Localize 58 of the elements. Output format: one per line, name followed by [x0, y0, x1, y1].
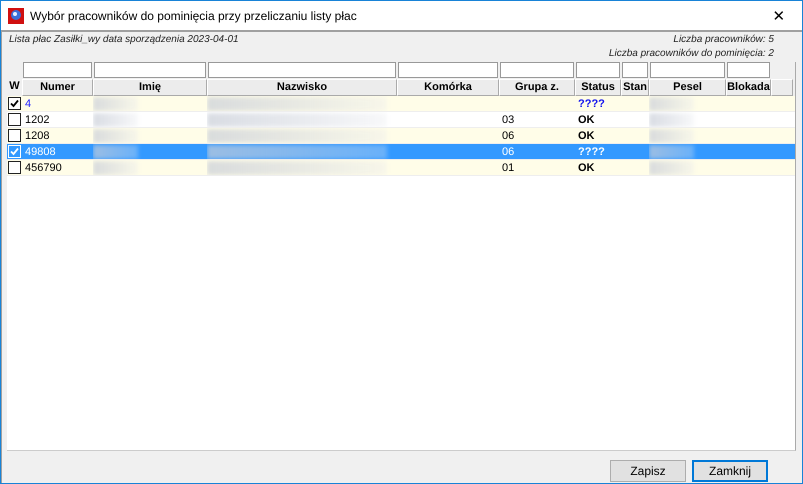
blurred-text: [93, 160, 138, 174]
column-header[interactable]: Pesel: [649, 79, 726, 96]
dialog-button[interactable]: Zamknij: [692, 460, 768, 482]
blurred-text: [649, 128, 694, 142]
table-row[interactable]: 456790 01 OK: [7, 160, 795, 176]
filter-field[interactable]: [500, 62, 574, 78]
table-cell: 1202: [25, 114, 50, 126]
checkbox[interactable]: [8, 113, 21, 126]
window-title: Wybór pracowników do pominięcia przy przeliczaniu listy płac: [30, 8, 358, 22]
dialog-button[interactable]: Zapisz: [610, 460, 686, 482]
filter-field[interactable]: [622, 62, 648, 78]
filter-field[interactable]: [576, 62, 620, 78]
table-row[interactable]: 1202 03 OK: [7, 112, 795, 128]
status-cell: OK: [578, 114, 594, 126]
column-header[interactable]: Blokada: [726, 79, 771, 96]
blurred-text: [649, 144, 694, 158]
column-header[interactable]: Nazwisko: [207, 79, 397, 96]
blurred-text: [93, 96, 138, 110]
column-header[interactable]: Numer: [22, 79, 93, 96]
app-icon: [8, 8, 24, 24]
table-cell: 456790: [25, 162, 62, 174]
table-cell: 06: [502, 146, 514, 158]
status-cell: OK: [578, 162, 594, 174]
blurred-text: [649, 96, 694, 110]
table-cell: 4: [25, 98, 32, 110]
filter-field[interactable]: [94, 62, 206, 78]
filter-field[interactable]: [650, 62, 725, 78]
status-cell: OK: [578, 130, 594, 142]
close-button[interactable]: ✕: [764, 2, 794, 30]
blurred-text: [93, 128, 138, 142]
blurred-text: [649, 160, 694, 174]
skip-count: Liczba pracowników do pominięcia: 2: [608, 48, 774, 59]
table-row[interactable]: 4 ????: [7, 96, 795, 112]
column-header[interactable]: Stan: [621, 79, 649, 96]
filter-field[interactable]: [23, 62, 92, 78]
table-cell: 06: [502, 130, 514, 142]
column-header[interactable]: Status: [575, 79, 621, 96]
table-cell: 03: [502, 114, 514, 126]
blurred-text: [93, 112, 138, 126]
table-row[interactable]: 1208 06 OK: [7, 128, 795, 144]
employee-count: Liczba pracowników: 5: [673, 34, 774, 45]
checkbox[interactable]: [8, 129, 21, 142]
blurred-text: [649, 112, 694, 126]
table-cell: 49808: [25, 146, 56, 158]
checkbox[interactable]: [8, 161, 21, 174]
payroll-info: Lista płac Zasiłki_wy data sporządzenia 2023-04-01: [9, 34, 239, 47]
column-header[interactable]: Grupa z.: [499, 79, 575, 96]
column-header[interactable]: Komórka: [397, 79, 499, 96]
column-header[interactable]: Imię: [93, 79, 207, 96]
filter-field[interactable]: [208, 62, 396, 78]
status-cell: ????: [578, 98, 605, 110]
table-cell: 01: [502, 162, 514, 174]
status-cell: ????: [578, 146, 605, 158]
checkbox[interactable]: [8, 97, 21, 110]
blurred-text: [93, 144, 138, 158]
table-cell: 1208: [25, 130, 50, 142]
filter-field[interactable]: [727, 62, 770, 78]
filter-field[interactable]: [398, 62, 498, 78]
